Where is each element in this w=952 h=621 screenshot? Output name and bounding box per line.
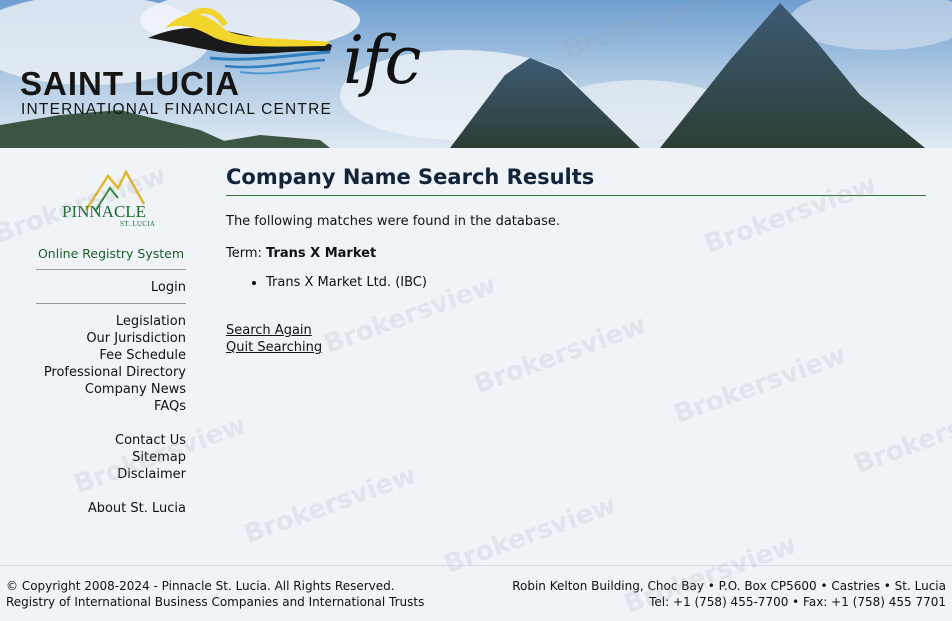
divider: [36, 303, 186, 304]
search-again-link[interactable]: Search Again: [226, 322, 926, 339]
nav-sitemap[interactable]: Sitemap: [44, 449, 186, 466]
nav-professional-directory[interactable]: Professional Directory: [44, 364, 186, 381]
header-banner: SAINT LUCIA INTERNATIONAL FINANCIAL CENT…: [0, 0, 952, 148]
nav-contact-us[interactable]: Contact Us: [44, 432, 186, 449]
footer-address: Robin Kelton Building, Choc Bay • P.O. B…: [512, 579, 946, 593]
nav-disclaimer[interactable]: Disclaimer: [44, 466, 186, 483]
result-item: Trans X Market Ltd. (IBC): [266, 275, 926, 290]
nav-faqs[interactable]: FAQs: [44, 398, 186, 415]
site-subtitle: INTERNATIONAL FINANCIAL CENTRE: [21, 101, 333, 118]
pinnacle-logo-sub: ST. LUCIA: [120, 220, 156, 228]
footer-divider: [0, 565, 952, 566]
footer-right: Robin Kelton Building, Choc Bay • P.O. B…: [512, 578, 946, 610]
nav-fee-schedule[interactable]: Fee Schedule: [44, 347, 186, 364]
watermark: Brokersview: [440, 490, 621, 580]
search-term-label: Term:: [226, 246, 262, 261]
online-registry-label: Online Registry System: [37, 246, 185, 261]
watermark: Brokersview: [850, 390, 952, 480]
site-title: SAINT LUCIA: [20, 65, 240, 102]
footer-registry: Registry of International Business Compa…: [6, 595, 425, 609]
login-link[interactable]: Login: [151, 280, 186, 295]
quit-searching-link[interactable]: Quit Searching: [226, 339, 926, 356]
results-list: Trans X Market Ltd. (IBC): [226, 275, 926, 290]
nav-our-jurisdiction[interactable]: Our Jurisdiction: [44, 330, 186, 347]
pinnacle-logo-name: PINNACLE: [62, 202, 147, 221]
nav-about-st-lucia[interactable]: About St. Lucia: [44, 500, 186, 517]
watermark: Brokersview: [240, 460, 421, 550]
results-intro: The following matches were found in the …: [226, 214, 560, 229]
main-content: Company Name Search Results The followin…: [226, 162, 926, 356]
sidebar-nav: Legislation Our Jurisdiction Fee Schedul…: [44, 313, 186, 517]
footer-copyright: © Copyright 2008-2024 - Pinnacle St. Luc…: [6, 579, 395, 593]
divider: [36, 269, 186, 270]
search-term: Term: Trans X Market: [226, 246, 926, 261]
footer-left: © Copyright 2008-2024 - Pinnacle St. Luc…: [6, 578, 424, 610]
result-actions: Search Again Quit Searching: [226, 322, 926, 356]
nav-legislation[interactable]: Legislation: [44, 313, 186, 330]
nav-company-news[interactable]: Company News: [44, 381, 186, 398]
page-title: Company Name Search Results: [226, 162, 926, 196]
footer-contact: Tel: +1 (758) 455-7700 • Fax: +1 (758) 4…: [649, 595, 946, 609]
ifc-logo: ifc: [343, 22, 421, 99]
search-term-value: Trans X Market: [266, 246, 377, 261]
